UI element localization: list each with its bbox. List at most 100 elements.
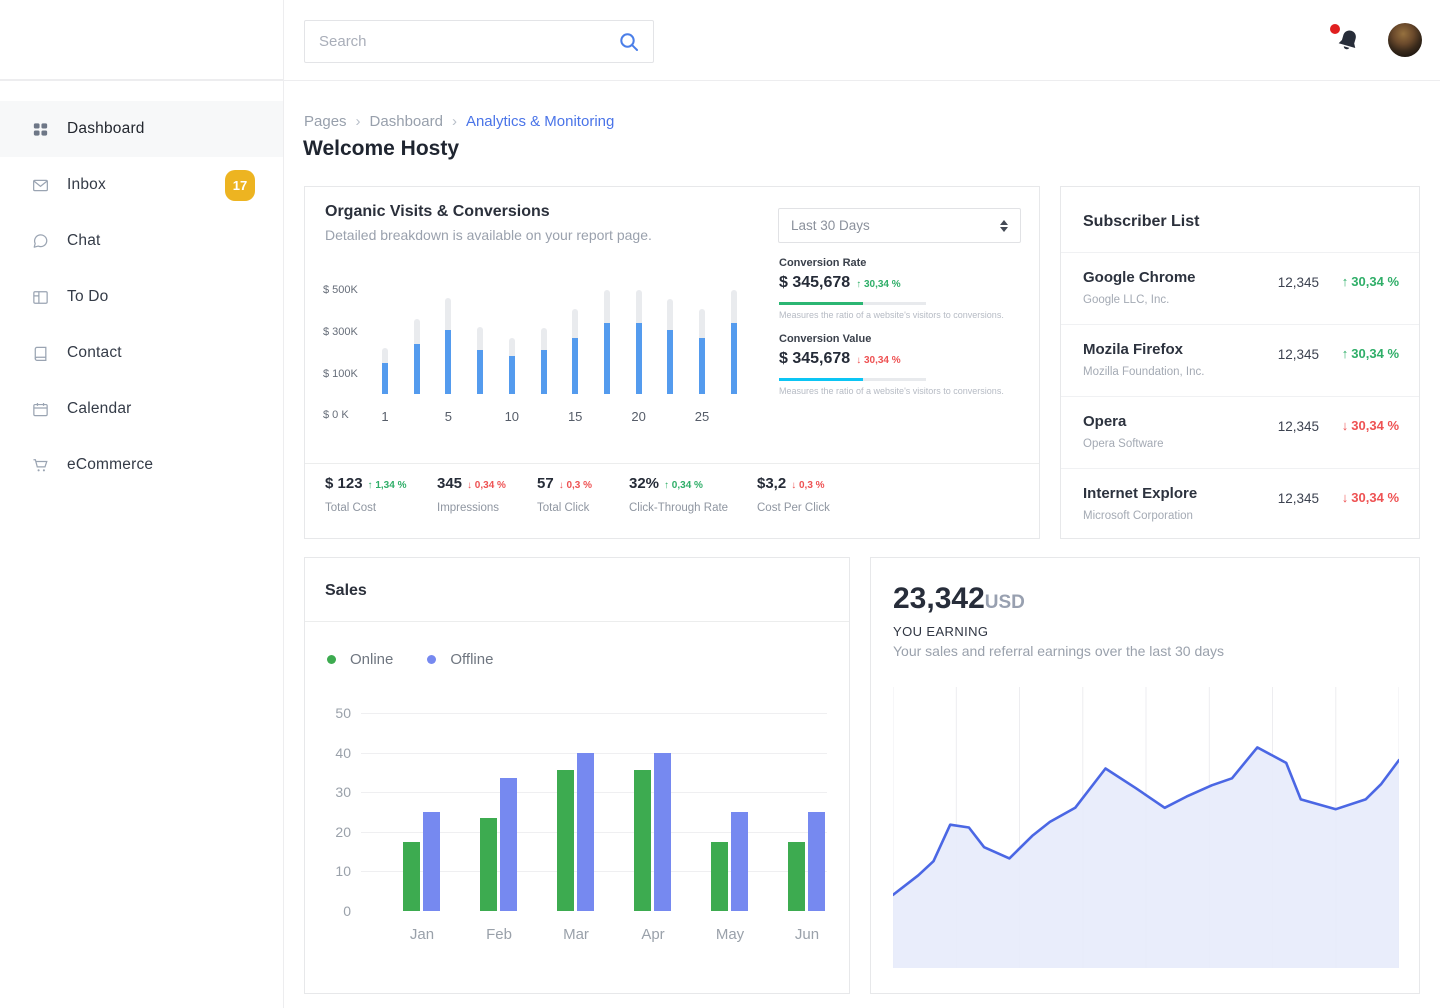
inbox-badge: 17 [225,170,255,201]
y-axis-label: 50 [311,705,351,721]
sidebar-item-label: Calendar [67,400,132,418]
logo [0,0,283,80]
legend-dot [327,655,336,664]
user-avatar[interactable] [1388,23,1422,57]
metric-progress-fill [779,302,863,305]
stat-value: $3,2 [757,475,786,492]
y-axis-label: 20 [311,824,351,840]
sidebar-item-to-do[interactable]: To Do [0,269,283,325]
subscriber-name: Internet Explore [1083,485,1197,502]
bar-offline [654,753,671,911]
subscriber-row-opera: OperaOpera Software12,345↓30,34 % [1061,396,1419,468]
legend-label: Offline [450,651,493,668]
breadcrumb-current[interactable]: Analytics & Monitoring [466,113,614,130]
search-input[interactable] [305,33,617,50]
sidebar-item-label: To Do [67,288,109,306]
metric-value: $ 345,678 [779,350,850,367]
kpi-stat: $ 123↑ 1,34 %Total Cost [325,475,406,514]
x-axis-label: 20 [624,409,654,424]
sidebar-item-contact[interactable]: Contact [0,325,283,381]
legend-item-offline[interactable]: Offline [427,651,493,668]
divider [305,463,1039,464]
subscriber-name: Mozila Firefox [1083,341,1183,358]
stat-label: Total Cost [325,502,406,514]
bar-online [634,770,651,911]
kpi-stat: 57↓ 0,3 %Total Click [537,475,592,514]
bar-filled [636,323,642,394]
sidebar-item-dashboard[interactable]: Dashboard [0,101,283,157]
metric-change: ↓ 30,34 % [856,355,900,366]
breadcrumb: Pages›Dashboard›Analytics & Monitoring [304,113,614,130]
notification-dot [1330,24,1340,34]
subscriber-company: Microsoft Corporation [1083,510,1193,522]
metric-caption: Measures the ratio of a website's visito… [779,310,1022,320]
metric-label: Conversion Value [779,333,1022,345]
subscriber-count: 12,345 [1278,491,1319,506]
stat-change: ↓ 0,34 % [467,480,506,491]
y-axis-label: 10 [311,863,351,879]
sidebar-item-ecommerce[interactable]: eCommerce [0,437,283,493]
bar-online [480,818,497,911]
breadcrumb-link-dashboard[interactable]: Dashboard [370,113,443,130]
y-axis-label: 0 [311,903,351,919]
sales-card: Sales OnlineOffline 01020304050JanFebMar… [304,557,850,994]
subscriber-company: Mozilla Foundation, Inc. [1083,366,1204,378]
calendar-icon [30,399,50,419]
sidebar-menu: Dashboard Inbox 17 Chat To Do Contact Calendar… [0,101,283,493]
bar-online [557,770,574,911]
bar-offline [423,812,440,911]
bar-filled [509,356,515,394]
subscriber-row-internet-explore: Internet Explore Microsoft Corporation 12,… [1061,468,1419,540]
x-axis-label: Feb [469,926,529,943]
legend-item-online[interactable]: Online [327,651,393,668]
sidebar-item-chat[interactable]: Chat [0,213,283,269]
bar-offline [577,753,594,911]
stat-change: ↓ 0,3 % [791,480,824,491]
earning-amount: 23,342USD [893,582,1025,616]
search-icon[interactable] [617,30,641,54]
sidebar-item-label: Inbox [67,176,106,194]
breadcrumb-link-pages[interactable]: Pages [304,113,347,130]
conversion-metrics: Conversion Rate$ 345,678↑ 30,34 %Measure… [779,257,1022,409]
x-axis-label: Jan [392,926,452,943]
chevron-updown-icon [1000,220,1008,232]
period-select-value: Last 30 Days [791,218,870,233]
kpi-stat: $3,2↓ 0,3 %Cost Per Click [757,475,830,514]
sidebar-item-inbox[interactable]: Inbox 17 [0,157,283,213]
sidebar-item-label: Contact [67,344,122,362]
card-title: Sales [325,582,367,600]
subscriber-count: 12,345 [1278,419,1319,434]
metric-value: $ 345,678 [779,274,850,291]
organic-visits-card: Organic Visits & Conversions Detailed br… [304,186,1040,539]
notifications-button[interactable] [1328,22,1366,60]
bar-online [788,842,805,911]
breadcrumb-separator: › [443,113,466,130]
bar-filled [445,330,451,394]
bar-filled [382,363,388,394]
bar-offline [731,812,748,911]
earning-area-chart [893,687,1399,973]
card-subtitle: Detailed breakdown is available on your … [325,227,652,243]
dashboard-page: Dashboard Inbox 17 Chat To Do Contact Calendar… [0,0,1440,1008]
search-box [304,20,654,63]
bar-online [711,842,728,911]
y-axis-label: $ 500K [323,284,358,296]
subscriber-count: 12,345 [1278,347,1319,362]
subscriber-rows: Google ChromeGoogle LLC, Inc.12,345↑30,3… [1061,252,1419,540]
earning-card: 23,342USD YOU EARNING Your sales and ref… [870,557,1420,994]
legend-dot [427,655,436,664]
mail-icon [30,175,50,195]
subscriber-name: Google Chrome [1083,269,1196,286]
period-select[interactable]: Last 30 Days [778,208,1021,243]
contact-icon [30,343,50,363]
sidebar-item-label: eCommerce [67,456,153,474]
subscriber-company: Opera Software [1083,438,1164,450]
bar-online [403,842,420,911]
todo-icon [30,287,50,307]
chat-icon [30,231,50,251]
subscriber-change: ↓30,34 % [1342,418,1399,433]
sidebar-item-calendar[interactable]: Calendar [0,381,283,437]
sidebar-item-label: Chat [67,232,101,250]
gridline [361,713,827,714]
kpi-stats-row: $ 123↑ 1,34 %Total Cost345↓ 0,34 %Impres… [305,475,1039,539]
